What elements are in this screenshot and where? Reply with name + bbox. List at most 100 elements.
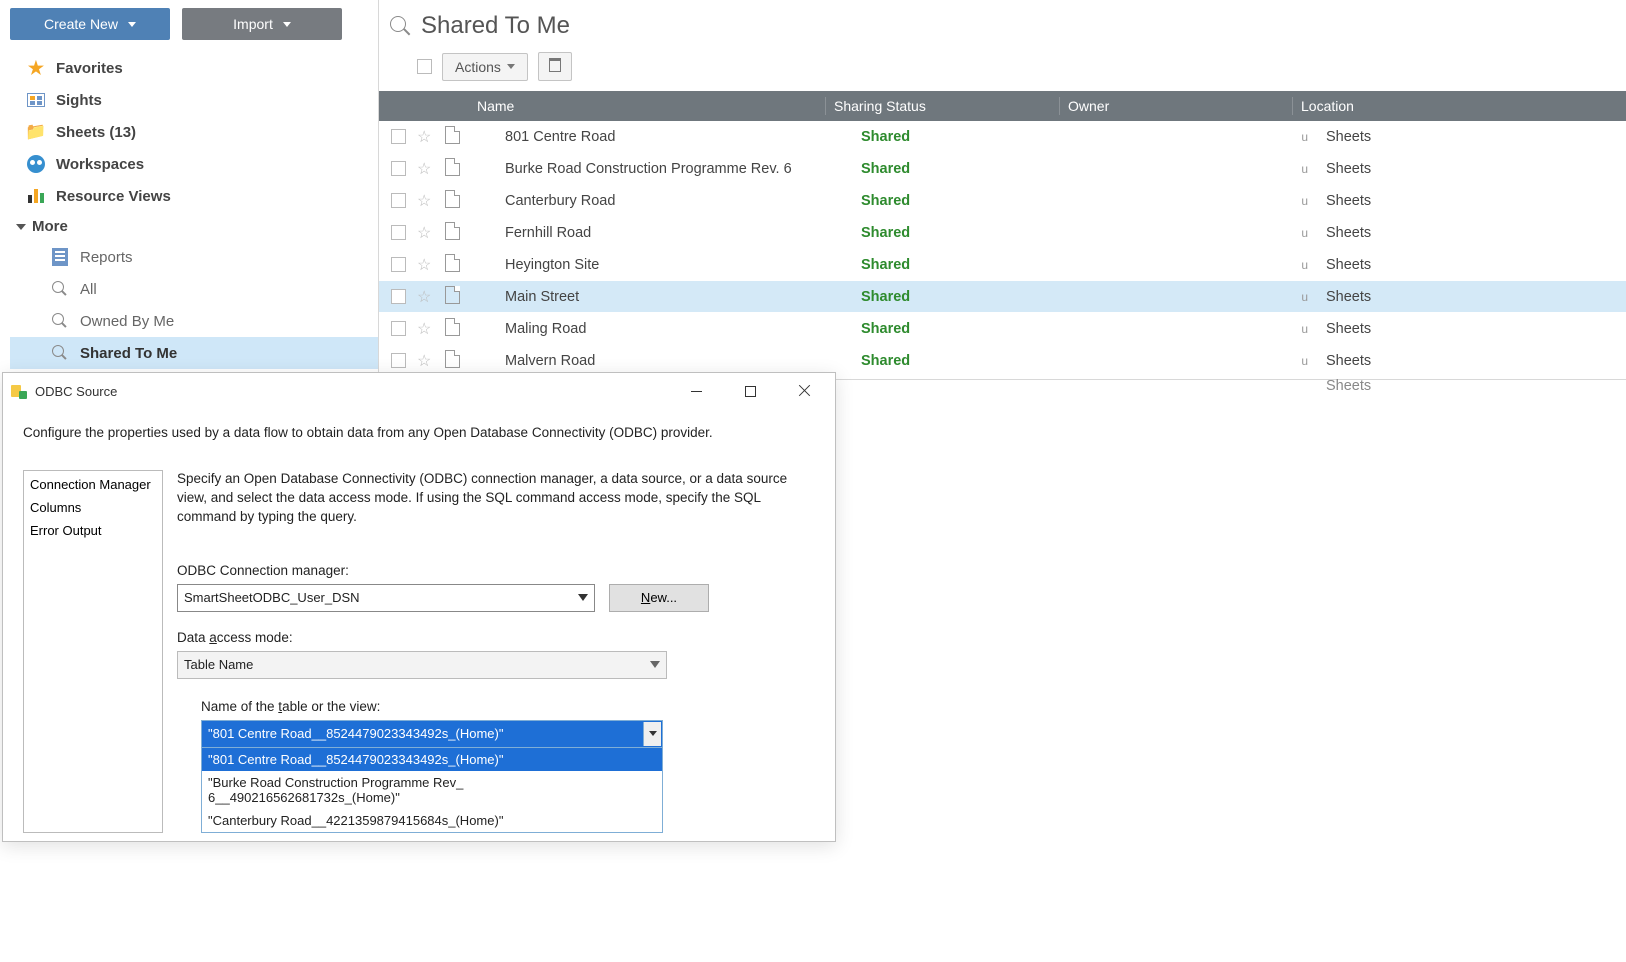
nav-owned-label: Owned By Me bbox=[80, 313, 174, 330]
nav-favorites-label: Favorites bbox=[56, 60, 123, 77]
row-location: Sheets bbox=[1318, 129, 1626, 145]
dropdown-option[interactable]: "Canterbury Road__4221359879415684s_(Hom… bbox=[202, 809, 662, 832]
trash-icon bbox=[549, 58, 561, 72]
row-checkbox[interactable] bbox=[391, 225, 406, 240]
row-owner: u bbox=[1086, 162, 1318, 176]
row-owner: u bbox=[1086, 194, 1318, 208]
table-row[interactable]: ☆Burke Road Construction Programme Rev. … bbox=[379, 153, 1626, 185]
table-row[interactable]: ☆Main StreetShareduSheets bbox=[379, 281, 1626, 313]
create-new-button[interactable]: Create New bbox=[10, 8, 170, 40]
nav-columns[interactable]: Columns bbox=[24, 496, 162, 519]
nav-favorites[interactable]: ★ Favorites bbox=[10, 52, 378, 84]
nav-error-output[interactable]: Error Output bbox=[24, 519, 162, 542]
column-owner[interactable]: Owner bbox=[1060, 98, 1292, 114]
row-checkbox[interactable] bbox=[391, 289, 406, 304]
table-row[interactable]: ☆Canterbury RoadShareduSheets bbox=[379, 185, 1626, 217]
row-checkbox[interactable] bbox=[391, 321, 406, 336]
caret-down-icon bbox=[650, 661, 660, 668]
import-button[interactable]: Import bbox=[182, 8, 342, 40]
nav-workspaces[interactable]: Workspaces bbox=[10, 148, 378, 180]
row-checkbox[interactable] bbox=[391, 161, 406, 176]
star-icon[interactable]: ☆ bbox=[417, 129, 431, 146]
table-combo[interactable]: "801 Centre Road__8524479023343492s_(Hom… bbox=[201, 720, 663, 748]
row-checkbox[interactable] bbox=[391, 353, 406, 368]
dialog-nav: Connection Manager Columns Error Output bbox=[23, 470, 163, 833]
data-mode-combo[interactable]: Table Name bbox=[177, 651, 667, 679]
import-label: Import bbox=[233, 16, 273, 32]
main-panel: Shared To Me Actions Name Sharing Status… bbox=[378, 0, 1626, 380]
row-name: Canterbury Road bbox=[503, 193, 853, 209]
nav-reports-label: Reports bbox=[80, 249, 133, 266]
row-checkbox[interactable] bbox=[391, 193, 406, 208]
column-location[interactable]: Location bbox=[1293, 98, 1626, 114]
star-icon[interactable]: ☆ bbox=[417, 257, 431, 274]
maximize-button[interactable] bbox=[727, 377, 773, 405]
caret-down-icon bbox=[283, 22, 291, 27]
star-icon[interactable]: ☆ bbox=[417, 321, 431, 338]
row-name: 801 Centre Road bbox=[503, 129, 853, 145]
nav-all[interactable]: All bbox=[10, 273, 378, 305]
dropdown-option[interactable]: "Burke Road Construction Programme Rev_ … bbox=[202, 771, 662, 809]
magnifier-icon bbox=[389, 15, 411, 37]
row-location: Sheets bbox=[1318, 289, 1626, 305]
minimize-icon bbox=[691, 391, 702, 392]
table-row[interactable]: ☆Fernhill RoadShareduSheets bbox=[379, 217, 1626, 249]
row-owner: u bbox=[1086, 226, 1318, 240]
nav-owned-by-me[interactable]: Owned By Me bbox=[10, 305, 378, 337]
actions-label: Actions bbox=[455, 59, 501, 75]
report-icon bbox=[50, 247, 70, 267]
row-name: Heyington Site bbox=[503, 257, 853, 273]
row-owner: u bbox=[1086, 258, 1318, 272]
dialog-description: Configure the properties used by a data … bbox=[3, 409, 835, 470]
create-new-label: Create New bbox=[44, 16, 118, 32]
conn-mgr-combo[interactable]: SmartSheetODBC_User_DSN bbox=[177, 584, 595, 612]
minimize-button[interactable] bbox=[673, 377, 719, 405]
nav-sheets[interactable]: 📁 Sheets (13) bbox=[10, 116, 378, 148]
nav-sights[interactable]: Sights bbox=[10, 84, 378, 116]
nav-reports[interactable]: Reports bbox=[10, 241, 378, 273]
row-status: Shared bbox=[853, 161, 1086, 177]
row-name: Main Street bbox=[503, 289, 853, 305]
table-row[interactable]: ☆Heyington SiteShareduSheets bbox=[379, 249, 1626, 281]
row-checkbox[interactable] bbox=[391, 129, 406, 144]
nav-more-toggle[interactable]: More bbox=[10, 212, 378, 241]
row-owner: u bbox=[1086, 290, 1318, 304]
star-icon[interactable]: ☆ bbox=[417, 289, 431, 306]
star-icon[interactable]: ☆ bbox=[417, 161, 431, 178]
close-button[interactable] bbox=[781, 377, 827, 405]
row-status: Shared bbox=[853, 129, 1086, 145]
column-name[interactable]: Name bbox=[475, 98, 825, 114]
nav-all-label: All bbox=[80, 281, 97, 298]
row-checkbox[interactable] bbox=[391, 257, 406, 272]
star-icon[interactable]: ☆ bbox=[417, 193, 431, 210]
nav-shared-to-me[interactable]: Shared To Me bbox=[10, 337, 378, 369]
delete-button[interactable] bbox=[538, 52, 572, 81]
caret-down-icon bbox=[643, 722, 661, 746]
conn-mgr-value: SmartSheetODBC_User_DSN bbox=[184, 590, 360, 605]
actions-button[interactable]: Actions bbox=[442, 53, 528, 81]
magnifier-icon bbox=[50, 311, 70, 331]
nav: ★ Favorites Sights 📁 Sheets (13) Workspa… bbox=[10, 52, 378, 369]
table-row[interactable]: ☆Maling RoadShareduSheets bbox=[379, 313, 1626, 345]
select-all-checkbox[interactable] bbox=[417, 59, 432, 74]
new-button[interactable]: New... bbox=[609, 584, 709, 612]
nav-resource-views[interactable]: Resource Views bbox=[10, 180, 378, 212]
row-location: Sheets bbox=[1318, 353, 1626, 369]
column-sharing[interactable]: Sharing Status bbox=[826, 98, 1059, 114]
document-icon bbox=[445, 318, 460, 336]
sights-icon bbox=[26, 90, 46, 110]
dialog-titlebar[interactable]: ODBC Source bbox=[3, 373, 835, 409]
caret-down-icon bbox=[507, 64, 515, 69]
row-name: Malvern Road bbox=[503, 353, 853, 369]
form-description: Specify an Open Database Connectivity (O… bbox=[177, 470, 815, 527]
odbc-icon bbox=[11, 383, 27, 399]
document-icon bbox=[445, 126, 460, 144]
table-row[interactable]: ☆801 Centre RoadShareduSheets bbox=[379, 121, 1626, 153]
conn-mgr-label: ODBC Connection manager: bbox=[177, 563, 815, 578]
nav-connection-manager[interactable]: Connection Manager bbox=[24, 473, 162, 496]
star-icon[interactable]: ☆ bbox=[417, 353, 431, 370]
star-icon[interactable]: ☆ bbox=[417, 225, 431, 242]
row-status: Shared bbox=[853, 193, 1086, 209]
dropdown-option[interactable]: "801 Centre Road__8524479023343492s_(Hom… bbox=[202, 748, 662, 771]
table-header: Name Sharing Status Owner Location bbox=[379, 91, 1626, 121]
